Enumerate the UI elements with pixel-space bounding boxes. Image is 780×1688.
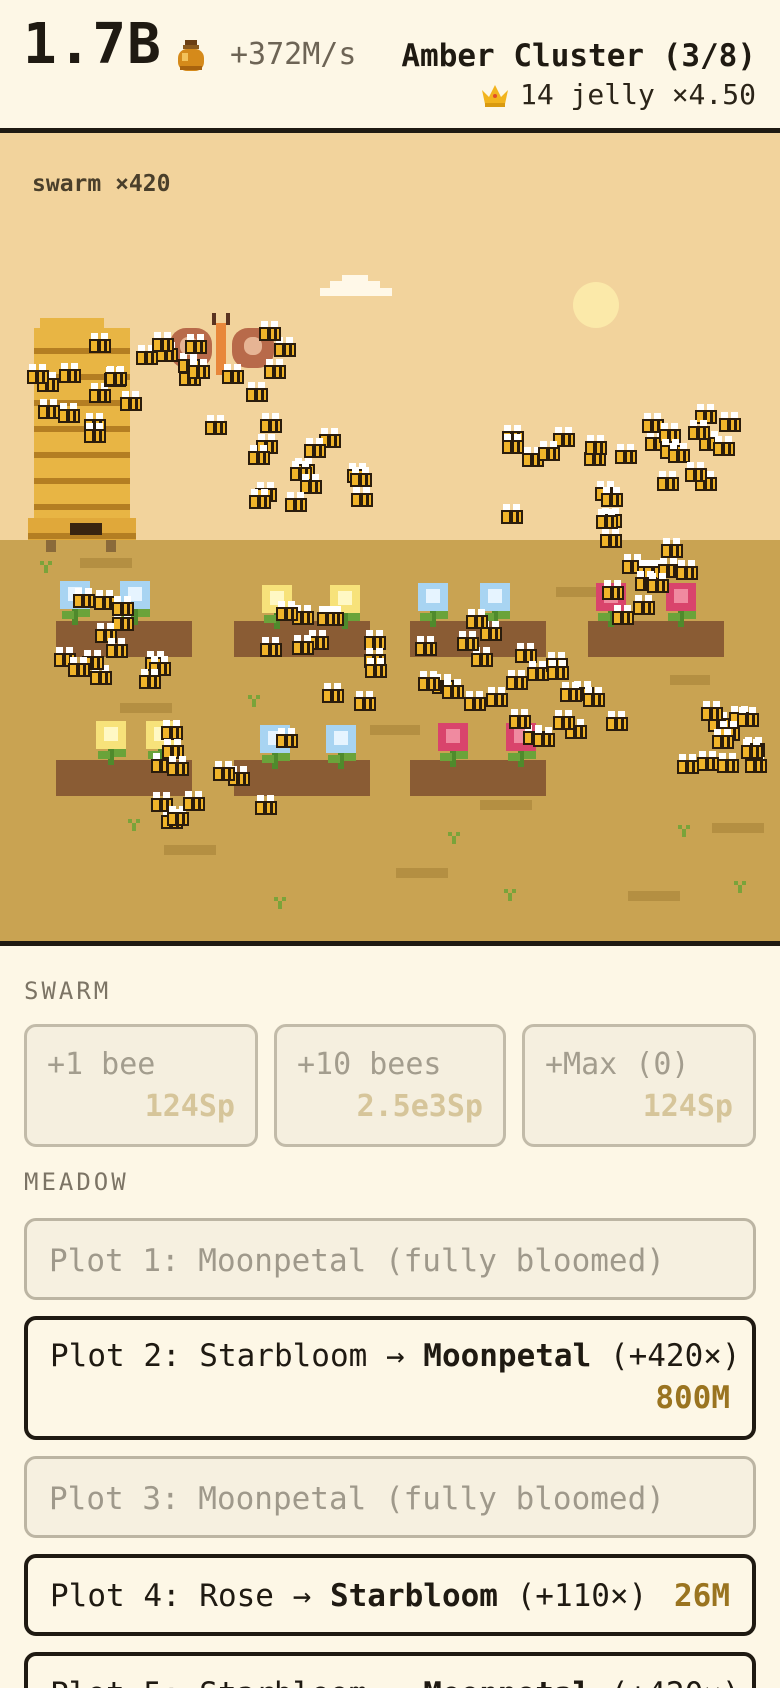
- plot-description: Plot 4: Rose → Starbloom (+110×): [50, 1578, 647, 1614]
- buy-10-bees-button[interactable]: +10 bees 2.5e3Sp: [274, 1024, 506, 1147]
- button-label: +Max (0): [545, 1047, 690, 1082]
- honey-total: 1.7B: [23, 12, 162, 77]
- crown-icon: [481, 84, 508, 107]
- swarm-section-title: SWARM: [24, 977, 112, 1005]
- plot-5-upgrade[interactable]: Plot 5: Starbloom → Moonpetal (+420×): [24, 1652, 756, 1688]
- meadow-scene[interactable]: swarm ×420: [0, 133, 780, 946]
- buy-1-bee-button[interactable]: +1 bee 124Sp: [24, 1024, 258, 1147]
- button-label: +10 bees: [297, 1047, 442, 1082]
- plot-1[interactable]: Plot 1: Moonpetal (fully bloomed): [24, 1218, 756, 1300]
- plot-current: Plot 5: Starbloom →: [50, 1676, 423, 1688]
- plot-current: Plot 4: Rose →: [50, 1578, 330, 1614]
- button-label: +1 bee: [47, 1047, 156, 1082]
- status-header: 1.7B +372M/s Amber Cluster (3/8) 14 jell…: [0, 0, 780, 133]
- plot-description: Plot 2: Starbloom → Moonpetal (+420×): [50, 1338, 741, 1374]
- plot-current: Plot 2: Starbloom →: [50, 1338, 424, 1374]
- button-cost: 2.5e3Sp: [356, 1089, 483, 1124]
- plot-multiplier: (+420×): [591, 1338, 741, 1374]
- sun: [573, 282, 619, 328]
- plot-multiplier: (+110×): [497, 1578, 648, 1614]
- plot-cost: 26M: [674, 1578, 730, 1614]
- meadow-section-title: MEADOW: [24, 1168, 129, 1196]
- plot-2-upgrade[interactable]: Plot 2: Starbloom → Moonpetal (+420×) 80…: [24, 1316, 756, 1440]
- plot-description: Plot 5: Starbloom → Moonpetal (+420×): [50, 1676, 741, 1688]
- plot-target: Moonpetal: [423, 1676, 591, 1688]
- plot-target: Moonpetal: [423, 1338, 592, 1374]
- royal-jelly-row: 14 jelly ×4.50: [480, 78, 756, 111]
- buy-max-bees-button[interactable]: +Max (0) 124Sp: [522, 1024, 756, 1147]
- plot-multiplier: (+420×): [591, 1676, 741, 1688]
- honey-pot-icon: [178, 40, 204, 71]
- button-cost: 124Sp: [642, 1089, 733, 1124]
- honey-rate: +372M/s: [230, 37, 357, 72]
- plot-cost: 800M: [655, 1380, 730, 1416]
- plot-status: Plot 1: Moonpetal (fully bloomed): [49, 1243, 665, 1279]
- beehive: [28, 318, 136, 552]
- cluster-name: Amber Cluster (3/8): [401, 38, 756, 74]
- scene-canvas: [0, 133, 780, 941]
- swarm-count-label: swarm ×420: [32, 171, 171, 197]
- plot-target: Starbloom: [329, 1578, 498, 1614]
- plot-4-upgrade[interactable]: Plot 4: Rose → Starbloom (+110×) 26M: [24, 1554, 756, 1636]
- jelly-text: 14 jelly ×4.50: [519, 78, 756, 111]
- plot-3[interactable]: Plot 3: Moonpetal (fully bloomed): [24, 1456, 756, 1538]
- button-cost: 124Sp: [144, 1089, 235, 1124]
- plot-status: Plot 3: Moonpetal (fully bloomed): [49, 1481, 665, 1517]
